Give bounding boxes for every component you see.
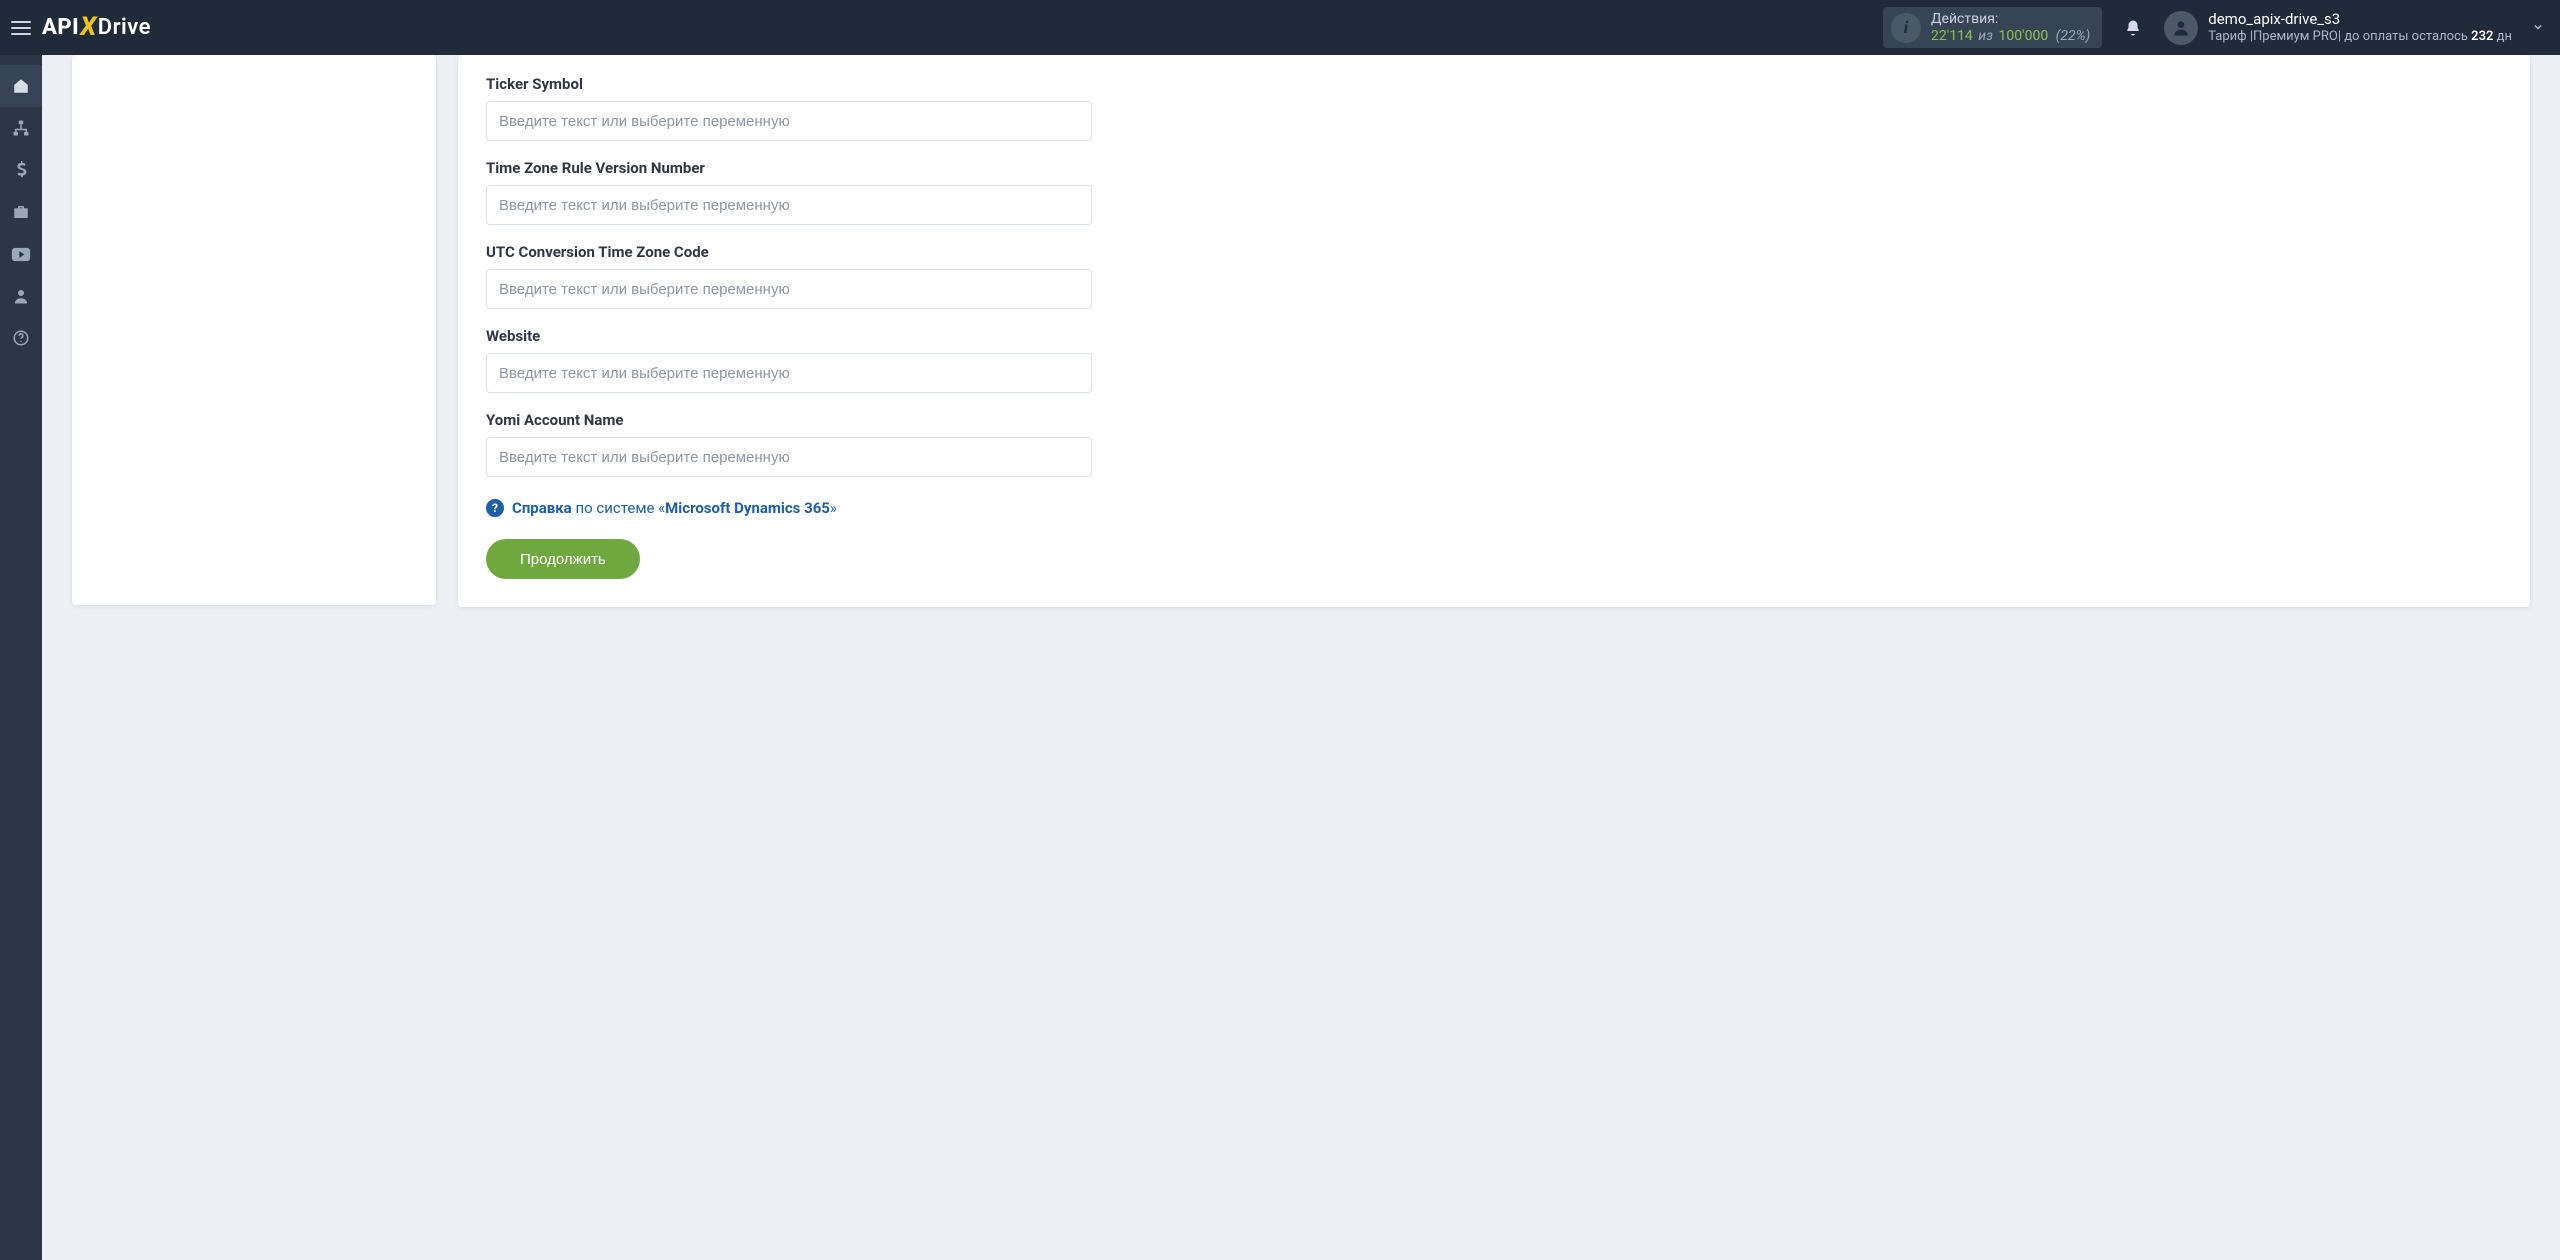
logo-text-api: API: [42, 15, 79, 40]
content-area: Ticker Symbol Time Zone Rule Version Num…: [42, 55, 2560, 1260]
field-input-utc-conversion-time-zone-code[interactable]: [486, 269, 1092, 309]
help-icon: [12, 329, 30, 347]
sidebar-item-profile[interactable]: [0, 275, 42, 317]
briefcase-icon: [12, 203, 30, 221]
sidebar-item-billing[interactable]: [0, 149, 42, 191]
youtube-icon: [11, 247, 31, 262]
sidebar: [0, 55, 42, 1260]
field-input-website[interactable]: [486, 353, 1092, 393]
sidebar-item-help[interactable]: [0, 317, 42, 359]
sidebar-item-connections[interactable]: [0, 107, 42, 149]
user-icon: [12, 287, 30, 305]
account-name: demo_apix-drive_s3: [2208, 10, 2512, 29]
help-link[interactable]: ? Справка по системе «Microsoft Dynamics…: [486, 499, 1092, 517]
hamburger-icon: [11, 21, 31, 35]
field-input-yomi-account-name[interactable]: [486, 437, 1092, 477]
field-input-time-zone-rule-version-number[interactable]: [486, 185, 1092, 225]
app-logo[interactable]: APIXDrive: [42, 13, 151, 43]
hamburger-menu-button[interactable]: [0, 0, 42, 55]
account-menu[interactable]: demo_apix-drive_s3 Тариф |Премиум PRO| д…: [2164, 10, 2548, 45]
info-icon: i: [1891, 13, 1921, 43]
actions-usage-pill[interactable]: i Действия: 22'114 из 100'000 (22%): [1883, 7, 2102, 49]
left-panel: [72, 55, 436, 605]
home-icon: [12, 77, 30, 95]
topbar: APIXDrive i Действия: 22'114 из 100'000 …: [0, 0, 2560, 55]
topbar-right: i Действия: 22'114 из 100'000 (22%) demo…: [1883, 0, 2548, 55]
question-icon: ?: [486, 499, 504, 517]
field-time-zone-rule-version-number: Time Zone Rule Version Number: [486, 159, 2502, 225]
avatar: [2164, 11, 2198, 45]
field-utc-conversion-time-zone-code: UTC Conversion Time Zone Code: [486, 243, 2502, 309]
field-ticker-symbol: Ticker Symbol: [486, 75, 2502, 141]
continue-button[interactable]: Продолжить: [486, 539, 640, 579]
bell-icon: [2124, 19, 2142, 37]
field-label: Yomi Account Name: [486, 411, 2502, 429]
chevron-down-icon: [2532, 18, 2544, 37]
user-icon: [2171, 18, 2191, 38]
sitemap-icon: [12, 119, 30, 137]
field-label: Website: [486, 327, 2502, 345]
field-label: Time Zone Rule Version Number: [486, 159, 2502, 177]
sidebar-item-toolbox[interactable]: [0, 191, 42, 233]
logo-text-drive: Drive: [98, 15, 151, 40]
field-website: Website: [486, 327, 2502, 393]
logo-text-x: X: [80, 12, 97, 42]
notifications-button[interactable]: [2118, 13, 2148, 43]
field-label: Ticker Symbol: [486, 75, 2502, 93]
form-panel: Ticker Symbol Time Zone Rule Version Num…: [458, 55, 2530, 607]
field-label: UTC Conversion Time Zone Code: [486, 243, 2502, 261]
field-yomi-account-name: Yomi Account Name: [486, 411, 2502, 477]
account-subline: Тариф |Премиум PRO| до оплаты осталось 2…: [2208, 29, 2512, 45]
actions-value: 22'114 из 100'000 (22%): [1931, 28, 2090, 45]
field-input-ticker-symbol[interactable]: [486, 101, 1092, 141]
dollar-icon: [15, 161, 27, 179]
sidebar-item-tutorials[interactable]: [0, 233, 42, 275]
sidebar-item-home[interactable]: [0, 65, 42, 107]
actions-label: Действия:: [1931, 11, 2090, 28]
